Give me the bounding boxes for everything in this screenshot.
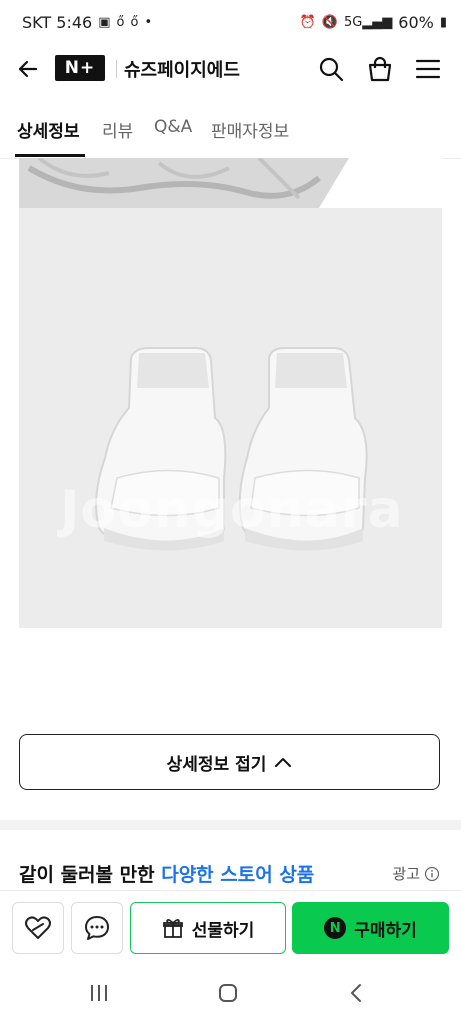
system-back-button[interactable] <box>346 982 368 1008</box>
alarm-icon: ⏰ <box>299 15 316 30</box>
heart-icon <box>25 916 51 939</box>
battery-icon: ▮ <box>439 15 447 30</box>
ad-label: 광고 <box>392 865 420 883</box>
wishlist-button[interactable] <box>12 902 64 954</box>
app-notification-icon: ő <box>116 15 125 30</box>
mute-icon: 🔇 <box>321 15 338 30</box>
image-watermark: Joongonara <box>60 480 404 540</box>
gift-icon <box>162 919 183 938</box>
collapse-details-button[interactable]: 상세정보 접기 <box>19 734 440 790</box>
naver-plus-logo[interactable]: N+ <box>55 55 105 81</box>
menu-button[interactable] <box>415 57 441 85</box>
recommend-title-accent: 다양한 스토어 상품 <box>161 864 315 886</box>
back-button[interactable] <box>16 57 40 85</box>
search-button[interactable] <box>318 56 344 86</box>
section-separator <box>0 820 461 830</box>
tab-reviews[interactable]: 리뷰 <box>102 117 133 142</box>
naver-pay-n-icon: N <box>324 917 347 939</box>
status-time: SKT 5:46 <box>22 13 93 32</box>
info-icon <box>424 866 440 881</box>
header-divider <box>116 60 117 78</box>
store-name[interactable]: 슈즈페이지에드 <box>124 56 240 82</box>
back-arrow-icon <box>18 60 38 78</box>
status-bar: SKT 5:46 ▣ ő ő • ⏰ 🔇 5G▂▄▆ 60% ▮ <box>0 0 461 46</box>
recent-apps-icon <box>91 985 107 1001</box>
active-tab-indicator <box>15 154 85 157</box>
status-left: SKT 5:46 ▣ ő ő • <box>22 13 152 32</box>
battery-percent: 60% <box>398 13 434 32</box>
home-button[interactable] <box>217 982 239 1008</box>
recommend-title-prefix: 같이 둘러볼 만한 <box>19 864 162 886</box>
tab-qna[interactable]: Q&A <box>154 117 192 137</box>
more-notifications-dot-icon: • <box>144 15 153 30</box>
recommend-section-title: 같이 둘러볼 만한 다양한 스토어 상품 <box>19 860 314 887</box>
tab-seller-info[interactable]: 판매자정보 <box>211 117 289 142</box>
status-right: ⏰ 🔇 5G▂▄▆ 60% ▮ <box>300 13 447 32</box>
ad-info-button[interactable]: 광고 <box>392 863 440 884</box>
chevron-up-icon <box>275 758 292 767</box>
buy-label: 구매하기 <box>354 920 417 941</box>
product-image-shoes-rear <box>19 208 442 628</box>
gallery-notification-icon: ▣ <box>98 15 111 30</box>
cart-button[interactable] <box>366 55 394 87</box>
collapse-details-label: 상세정보 접기 <box>166 754 267 775</box>
chat-bubble-icon <box>85 916 109 940</box>
chevron-left-icon <box>351 984 361 1002</box>
talk-talk-button[interactable] <box>71 902 123 954</box>
search-icon <box>319 57 344 82</box>
tab-details[interactable]: 상세정보 <box>17 117 80 142</box>
recent-apps-button[interactable] <box>88 982 110 1008</box>
home-icon <box>219 984 237 1002</box>
hamburger-menu-icon <box>415 59 441 79</box>
signal-5g-icon: 5G▂▄▆ <box>343 15 393 30</box>
shopping-bag-icon <box>368 56 392 82</box>
gift-label: 선물하기 <box>191 920 255 941</box>
buy-button[interactable]: N 구매하기 <box>292 902 449 954</box>
product-image-sole-closeup <box>19 158 442 208</box>
gift-button[interactable]: 선물하기 <box>130 902 286 954</box>
app-notification-icon-2: ő <box>130 15 139 30</box>
